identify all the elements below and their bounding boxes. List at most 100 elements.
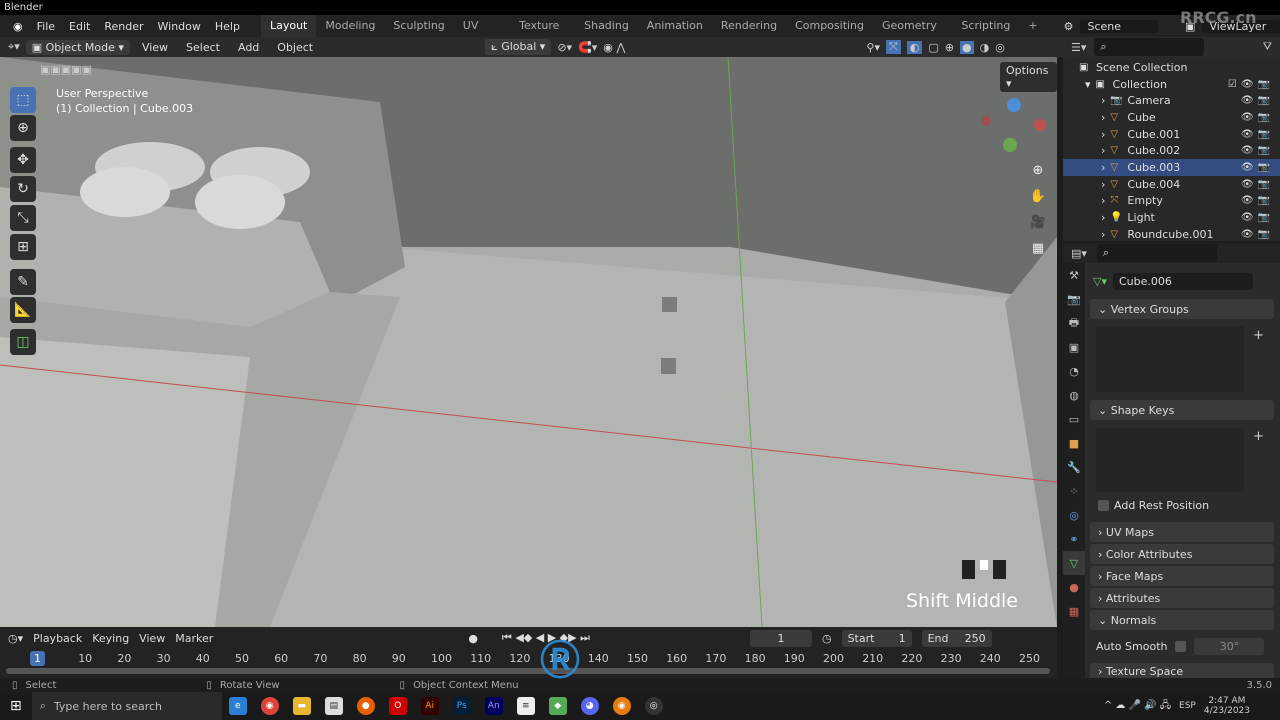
camera-view-icon[interactable]: 🎥 bbox=[1027, 211, 1049, 233]
expand-icon[interactable]: ▾ bbox=[1085, 78, 1091, 91]
expand-icon[interactable]: › bbox=[1101, 128, 1105, 141]
snap-icon[interactable]: 🧲▾ bbox=[578, 41, 597, 54]
record-icon[interactable]: ● bbox=[468, 632, 478, 645]
annotate-tool-icon[interactable]: ✎ bbox=[10, 269, 36, 295]
overlay-icon[interactable]: ◐ bbox=[906, 40, 923, 54]
blender-taskbar-icon[interactable]: ◉ bbox=[612, 697, 631, 715]
gizmo-icon[interactable]: ⤧ bbox=[886, 40, 901, 54]
render-tab-icon[interactable]: 📷 bbox=[1063, 287, 1085, 311]
pan-hand-icon[interactable]: ✋ bbox=[1027, 185, 1049, 207]
minecraft-icon[interactable]: ◆ bbox=[548, 697, 567, 715]
options-button[interactable]: Options ▾ bbox=[1000, 62, 1057, 92]
tab-animation[interactable]: Animation bbox=[638, 15, 712, 37]
color-attributes-panel[interactable]: › Color Attributes bbox=[1090, 544, 1274, 564]
transform-tool-icon[interactable]: ⊞ bbox=[10, 234, 36, 260]
object-tab-icon[interactable]: ■ bbox=[1063, 431, 1085, 455]
store-icon[interactable]: ▤ bbox=[324, 697, 343, 715]
chrome-icon[interactable]: ◉ bbox=[260, 697, 279, 715]
view-layer-tab-icon[interactable]: ▣ bbox=[1063, 335, 1085, 359]
uv-maps-panel[interactable]: › UV Maps bbox=[1090, 522, 1274, 542]
particles-tab-icon[interactable]: ⁘ bbox=[1063, 479, 1085, 503]
notepad-icon[interactable]: ≡ bbox=[516, 697, 535, 715]
visibility-icons[interactable]: 👁📷 bbox=[1241, 112, 1274, 123]
auto-smooth-checkbox[interactable] bbox=[1175, 641, 1187, 652]
shape-keys-list[interactable] bbox=[1096, 428, 1244, 492]
outliner-item-cube-002[interactable]: › ▽ Cube.002 👁📷 bbox=[1063, 142, 1280, 159]
outliner-item-cube-001[interactable]: › ▽ Cube.001 👁📷 bbox=[1063, 126, 1280, 143]
outliner-item-cube-004[interactable]: › ▽ Cube.004 👁📷 bbox=[1063, 176, 1280, 193]
file-explorer-icon[interactable]: ▬ bbox=[292, 697, 311, 715]
select-box-tool-icon[interactable]: ⬚ bbox=[10, 87, 36, 113]
orientation-selector[interactable]: ⟀ Global ▾ bbox=[485, 39, 552, 55]
blender-logo-icon[interactable]: ◉ bbox=[6, 20, 30, 33]
editor-type-icon[interactable]: ▤▾ bbox=[1071, 247, 1087, 260]
tab-rendering[interactable]: Rendering bbox=[712, 15, 786, 37]
gizmo-toggle-icon[interactable]: ⚲▾ bbox=[866, 41, 880, 54]
zoom-icon[interactable]: ⊕ bbox=[1027, 159, 1049, 181]
expand-icon[interactable]: › bbox=[1101, 161, 1105, 174]
rotate-tool-icon[interactable]: ↻ bbox=[10, 176, 36, 202]
visibility-icons[interactable]: 👁📷 bbox=[1241, 95, 1274, 106]
collection-tab-icon[interactable]: ▭ bbox=[1063, 407, 1085, 431]
mode-selector[interactable]: ▣ Object Mode ▾ bbox=[25, 39, 130, 55]
opera-icon[interactable]: O bbox=[388, 697, 407, 715]
scene-selector[interactable]: Scene bbox=[1080, 19, 1159, 33]
visibility-icons[interactable]: 👁📷 bbox=[1241, 229, 1274, 240]
outliner-item-cube[interactable]: › ▽ Cube 👁📷 bbox=[1063, 109, 1280, 126]
add-vertex-group-button[interactable]: + bbox=[1253, 328, 1264, 343]
start-frame-field[interactable]: Start 1 bbox=[841, 629, 912, 647]
vertex-groups-panel[interactable]: ⌄ Vertex Groups bbox=[1090, 299, 1274, 319]
shape-keys-panel[interactable]: ⌄ Shape Keys bbox=[1090, 400, 1274, 420]
tab-uv-editing[interactable]: UV Editing bbox=[454, 15, 510, 54]
add-workspace-button[interactable]: + bbox=[1019, 15, 1046, 37]
menu-playback[interactable]: Playback bbox=[33, 632, 82, 645]
visibility-icons[interactable]: 👁📷 bbox=[1241, 129, 1274, 140]
data-tab-icon[interactable]: ▽ bbox=[1063, 551, 1085, 575]
animate-icon[interactable]: An bbox=[484, 697, 503, 715]
physics-tab-icon[interactable]: ◎ bbox=[1063, 503, 1085, 527]
attributes-panel[interactable]: › Attributes bbox=[1090, 588, 1274, 608]
world-tab-icon[interactable]: ◍ bbox=[1063, 383, 1085, 407]
menu-add[interactable]: Add bbox=[232, 41, 265, 54]
mesh-name-field[interactable]: Cube.006 bbox=[1112, 273, 1253, 290]
outliner-item-light[interactable]: › 💡 Light 👁📷 bbox=[1063, 209, 1280, 226]
editor-type-icon[interactable]: ⌖▾ bbox=[8, 40, 20, 54]
photoshop-icon[interactable]: Ps bbox=[452, 697, 471, 715]
auto-smooth-angle[interactable]: 30° bbox=[1194, 638, 1265, 655]
expand-icon[interactable]: › bbox=[1101, 94, 1105, 107]
menu-view[interactable]: View bbox=[136, 41, 174, 54]
frame-ruler[interactable]: 1 10 20 30 40 50 60 70 80 90 100 110 120 130 140 150 160… bbox=[0, 651, 1057, 667]
visibility-icons[interactable]: 👁📷 bbox=[1241, 162, 1274, 173]
output-tab-icon[interactable]: 🖶 bbox=[1063, 311, 1085, 335]
visibility-icons[interactable]: ☑👁📷 bbox=[1228, 79, 1274, 90]
tab-scripting[interactable]: Scripting bbox=[952, 15, 1019, 37]
shading-rendered-icon[interactable]: ◎ bbox=[995, 41, 1005, 54]
tool-tab-icon[interactable]: ⚒ bbox=[1063, 263, 1085, 287]
illustrator-icon[interactable]: Ai bbox=[420, 697, 439, 715]
texture-tab-icon[interactable]: ▦ bbox=[1063, 599, 1085, 623]
tab-layout[interactable]: Layout bbox=[260, 15, 317, 37]
menu-keying[interactable]: Keying bbox=[92, 632, 129, 645]
tab-geometry-nodes[interactable]: Geometry Nodes bbox=[873, 15, 952, 54]
menu-object[interactable]: Object bbox=[271, 41, 319, 54]
tab-compositing[interactable]: Compositing bbox=[786, 15, 873, 37]
add-rest-position-checkbox[interactable]: Add Rest Position bbox=[1098, 499, 1209, 512]
clock[interactable]: 2:47 AM 4/23/2023 bbox=[1204, 696, 1250, 716]
proportional-edit-icon[interactable]: ◉ ⋀ bbox=[603, 41, 625, 54]
xray-icon[interactable]: ▢ bbox=[928, 41, 938, 54]
outliner-item-cube-003[interactable]: › ▽ Cube.003 👁📷 bbox=[1063, 159, 1280, 176]
menu-marker[interactable]: Marker bbox=[175, 632, 213, 645]
visibility-icons[interactable]: 👁📷 bbox=[1241, 212, 1274, 223]
filter-icon[interactable]: ⛛ bbox=[1263, 40, 1272, 54]
outliner-search[interactable]: ⌕ bbox=[1094, 38, 1205, 56]
taskbar-search[interactable]: ⌕ Type here to search bbox=[31, 692, 222, 720]
constraints-tab-icon[interactable]: ⚭ bbox=[1063, 527, 1085, 551]
face-maps-panel[interactable]: › Face Maps bbox=[1090, 566, 1274, 586]
small-cube[interactable] bbox=[661, 358, 676, 374]
visibility-icons[interactable]: 👁📷 bbox=[1241, 145, 1274, 156]
scale-tool-icon[interactable]: ⤡ bbox=[10, 205, 36, 231]
obs-icon[interactable]: ◎ bbox=[644, 697, 663, 715]
add-cube-tool-icon[interactable]: ◫ bbox=[10, 329, 36, 355]
visibility-icons[interactable]: 👁📷 bbox=[1241, 195, 1274, 206]
menu-view[interactable]: View bbox=[139, 632, 165, 645]
